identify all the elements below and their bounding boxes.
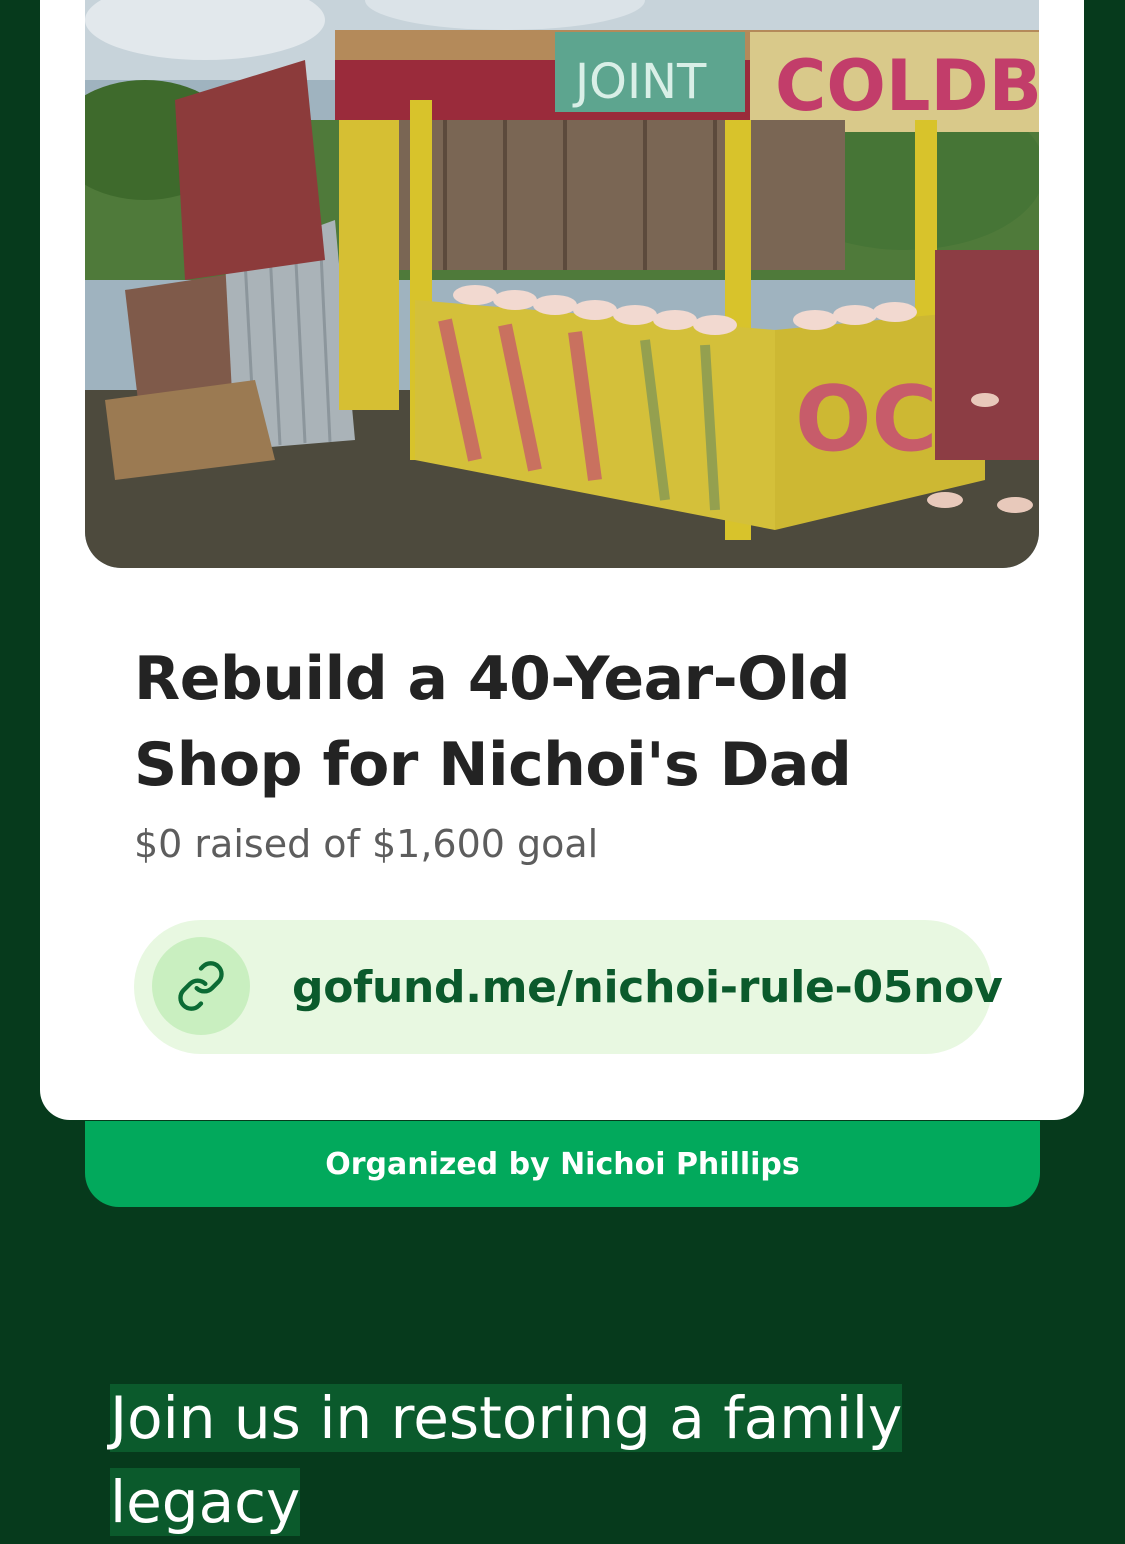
headline-text: Join us in restoring a family legacy [110,1384,903,1536]
svg-text:COLDB: COLDB [775,45,1039,127]
section-headline: Join us in restoring a family legacy [110,1376,990,1544]
campaign-card[interactable]: COLDB JOINT OCR Rebuild a 40-Year-Old Sh… [40,0,1084,1120]
organizer-bar: Organized by Nichoi Phillips [85,1121,1040,1207]
svg-text:JOINT: JOINT [572,54,707,110]
share-link-pill[interactable]: gofund.me/nichoi-rule-05nov [134,920,1003,1054]
raised-amount: $0 raised of $1,600 goal [134,822,599,866]
campaign-photo: COLDB JOINT OCR [85,0,1039,568]
share-link-url[interactable]: gofund.me/nichoi-rule-05nov [292,962,1003,1013]
link-icon [152,937,250,1035]
organizer-label: Organized by Nichoi Phillips [325,1146,800,1182]
campaign-title: Rebuild a 40-Year-Old Shop for Nichoi's … [134,644,852,800]
